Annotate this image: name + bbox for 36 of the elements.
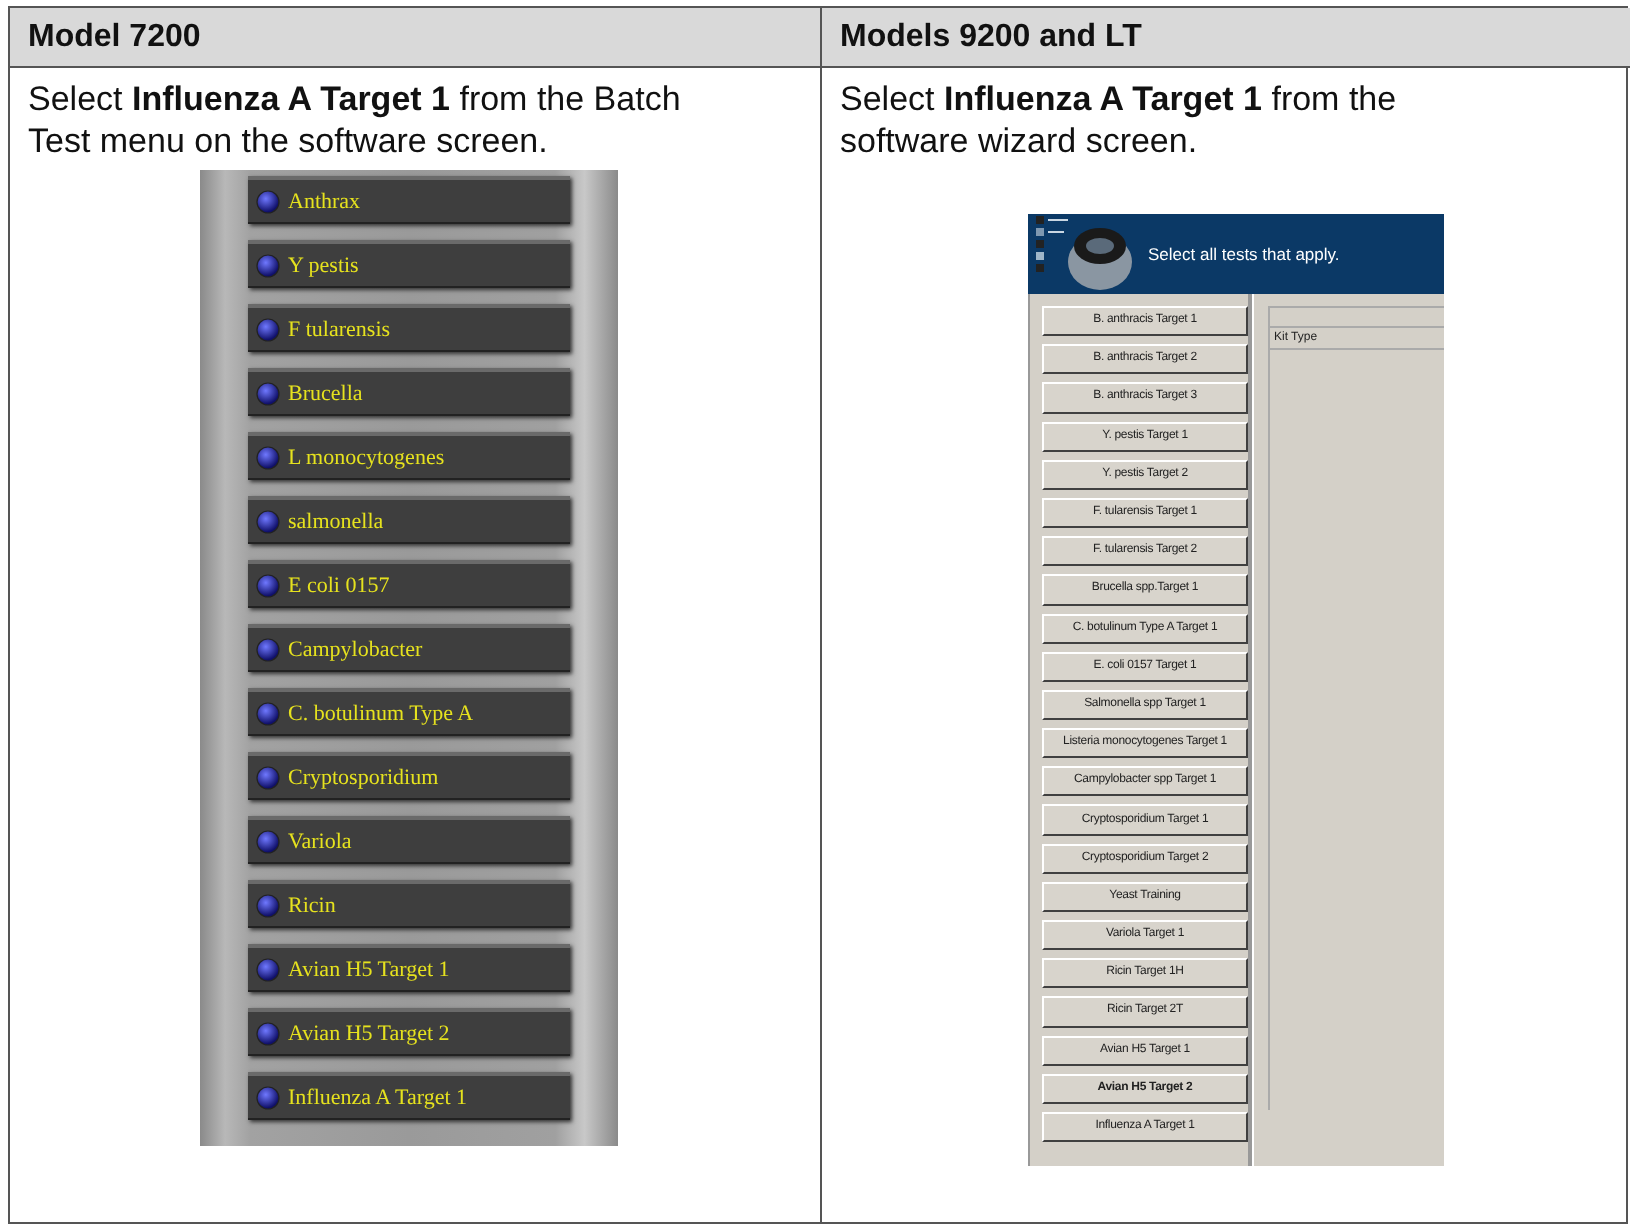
radio-dot-icon [256, 509, 280, 533]
test-menu-button[interactable]: E coli 0157 [248, 560, 570, 608]
radio-dot-icon [256, 573, 280, 597]
reel-drawing [1032, 214, 1136, 294]
test-menu-button[interactable]: Ricin [248, 880, 570, 928]
instruction-text: Select Influenza A Target 1 from the software wizard screen. [840, 78, 1399, 162]
test-menu-button[interactable]: Campylobacter [248, 624, 570, 672]
radio-dot-icon [256, 189, 280, 213]
test-menu-button[interactable]: L monocytogenes [248, 432, 570, 480]
test-menu-button[interactable]: C. botulinum Type A [248, 688, 570, 736]
radio-dot-icon [256, 1021, 280, 1045]
radio-dot-icon [256, 253, 280, 277]
instruction-text: Select Influenza A Target 1 from the Batch Test menu on the software screen. [28, 78, 683, 162]
test-menu-button[interactable]: F tularensis [248, 304, 570, 352]
radio-dot-icon [256, 317, 280, 341]
column-heading: Model 7200 [28, 19, 201, 55]
radio-dot-icon [256, 445, 280, 469]
radio-dot-icon [256, 1085, 280, 1109]
radio-dot-icon [256, 381, 280, 405]
test-menu-button[interactable]: Avian H5 Target 2 [248, 1008, 570, 1056]
radio-dot-icon [256, 765, 280, 789]
test-menu-button[interactable]: salmonella [248, 496, 570, 544]
test-menu-button[interactable]: Variola [248, 816, 570, 864]
radio-dot-icon [256, 957, 280, 981]
test-menu-button[interactable]: Influenza A Target 1 [248, 1072, 570, 1120]
radio-dot-icon [256, 893, 280, 917]
column-heading: Models 9200 and LT [840, 19, 1142, 55]
test-menu-button[interactable]: Brucella [248, 368, 570, 416]
radio-dot-icon [256, 829, 280, 853]
wizard-title: Select all tests that apply. [1148, 244, 1340, 264]
test-menu-button[interactable]: Cryptosporidium [248, 752, 570, 800]
test-menu-button[interactable]: Avian H5 Target 1 [248, 944, 570, 992]
test-menu-button[interactable]: Anthrax [248, 176, 570, 224]
radio-dot-icon [256, 701, 280, 725]
radio-dot-icon [256, 637, 280, 661]
test-menu-button[interactable]: Y pestis [248, 240, 570, 288]
